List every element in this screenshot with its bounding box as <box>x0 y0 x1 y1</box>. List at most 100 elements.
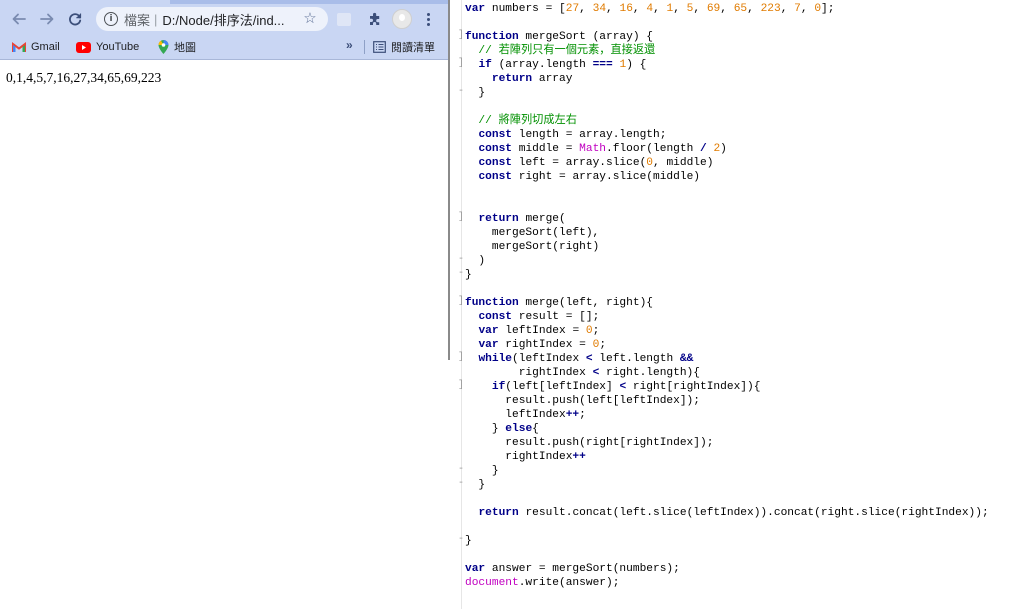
extensions-puzzle-icon[interactable] <box>365 9 385 29</box>
code-line[interactable]: document.write(answer); <box>465 576 989 590</box>
address-url: D:/Node/排序法/ind... <box>162 12 285 28</box>
bookmark-gmail[interactable]: Gmail <box>12 39 60 55</box>
code-token: / <box>700 143 707 155</box>
code-line[interactable] <box>465 198 989 212</box>
code-line[interactable]: return result.concat(left.slice(leftInde… <box>465 506 988 520</box>
fold-marker[interactable]: - <box>458 86 464 97</box>
fold-marker[interactable]: ] <box>458 352 464 363</box>
code-line[interactable] <box>465 492 989 506</box>
code-line[interactable]: mergeSort(right) <box>465 240 989 254</box>
address-bar[interactable]: i 檔案 | D:/Node/排序法/ind... <box>96 7 328 31</box>
code-token: result.push(right[rightIndex]); <box>465 437 714 449</box>
code-line[interactable] <box>465 520 989 534</box>
code-token: ) <box>465 255 486 267</box>
fold-marker[interactable]: - <box>458 268 464 279</box>
code-token: // 將陣列切成左右 <box>465 115 577 127</box>
code-token: 16 <box>619 3 633 15</box>
code-line[interactable]: rightIndex++ <box>465 450 989 464</box>
code-line[interactable]: } <box>465 86 989 100</box>
code-line[interactable]: // 若陣列只有一個元素，直接返還 <box>465 44 989 58</box>
code-line[interactable]: const length = array.length; <box>465 128 989 142</box>
code-line[interactable]: ) <box>465 254 989 268</box>
code-token: ++ <box>565 409 580 421</box>
code-line[interactable]: if(left[leftIndex] < right[rightIndex]){ <box>465 380 989 394</box>
back-button[interactable] <box>8 8 30 30</box>
bookmark-maps[interactable]: 地圖 <box>158 39 196 55</box>
code-token: left.length <box>592 353 680 365</box>
code-line[interactable]: var numbers = [27, 34, 16, 4, 1, 5, 69, … <box>465 2 989 16</box>
code-line[interactable]: const right = array.slice(middle) <box>465 170 989 184</box>
code-token: , <box>747 3 761 15</box>
code-line[interactable]: if (array.length === 1) { <box>465 58 989 72</box>
code-token: < <box>585 353 593 365</box>
reload-button[interactable] <box>64 8 86 30</box>
browser-menu-icon[interactable] <box>420 9 436 29</box>
bookmarks-overflow-chevron[interactable]: » <box>346 38 353 52</box>
code-line[interactable]: } <box>465 534 989 548</box>
code-line[interactable]: leftIndex++; <box>465 408 989 422</box>
code-line[interactable]: var rightIndex = 0; <box>465 338 989 352</box>
bookmark-star-icon[interactable]: ☆ <box>300 8 320 28</box>
code-line[interactable]: var answer = mergeSort(numbers); <box>465 562 989 576</box>
code-line[interactable]: function mergeSort (array) { <box>465 30 989 44</box>
code-token: right.length){ <box>599 367 700 379</box>
maps-pin-icon <box>158 40 169 54</box>
code-line[interactable]: const left = array.slice(0, middle) <box>465 156 989 170</box>
fold-marker[interactable]: - <box>458 534 464 545</box>
code-token: rightIndex = <box>498 339 593 351</box>
code-line[interactable]: var leftIndex = 0; <box>465 324 989 338</box>
fold-marker[interactable]: - <box>458 478 464 489</box>
code-line[interactable]: } else{ <box>465 422 989 436</box>
code-line[interactable] <box>465 548 989 562</box>
code-line[interactable]: function merge(left, right){ <box>465 296 989 310</box>
code-token: var <box>478 339 499 351</box>
reading-list-button[interactable]: 閱讀清單 <box>373 39 435 55</box>
code-line[interactable]: } <box>465 478 989 492</box>
code-token: , <box>673 3 687 15</box>
fold-marker[interactable]: ] <box>458 212 464 223</box>
code-token: , <box>632 3 647 15</box>
fold-marker[interactable]: ] <box>458 296 464 307</box>
fold-marker[interactable]: ] <box>458 58 464 69</box>
code-line[interactable]: mergeSort(left), <box>465 226 989 240</box>
profile-avatar[interactable] <box>392 9 412 29</box>
code-token: right[rightIndex]){ <box>626 381 761 393</box>
code-line[interactable] <box>465 282 989 296</box>
forward-button[interactable] <box>36 8 58 30</box>
code-line[interactable]: const middle = Math.floor(length / 2) <box>465 142 989 156</box>
code-line[interactable]: rightIndex < right.length){ <box>465 366 989 380</box>
code-token: const <box>478 171 513 183</box>
code-line[interactable] <box>465 16 989 30</box>
fold-marker[interactable]: - <box>458 464 464 475</box>
code-line[interactable]: while(leftIndex < left.length && <box>465 352 989 366</box>
code-line[interactable]: // 將陣列切成左右 <box>465 114 989 128</box>
code-line[interactable]: const result = []; <box>465 310 989 324</box>
code-line[interactable]: return merge( <box>465 212 989 226</box>
fold-marker[interactable]: - <box>458 254 464 265</box>
code-area[interactable]: var numbers = [27, 34, 16, 4, 1, 5, 69, … <box>465 2 989 590</box>
fold-marker[interactable]: ] <box>458 30 464 41</box>
code-line[interactable]: result.push(left[leftIndex]); <box>465 394 989 408</box>
info-icon[interactable]: i <box>104 12 118 26</box>
extension-icon[interactable] <box>337 13 351 26</box>
code-line[interactable]: } <box>465 464 989 478</box>
code-token: rightIndex <box>465 367 593 379</box>
code-token: , middle) <box>653 157 714 169</box>
code-token: 223 <box>760 3 781 15</box>
code-line[interactable]: return array <box>465 72 989 86</box>
code-line[interactable]: result.push(right[rightIndex]); <box>465 436 989 450</box>
code-token: result.push(left[leftIndex]); <box>465 395 700 407</box>
code-line[interactable]: } <box>465 268 989 282</box>
bookmark-label: Gmail <box>31 41 60 53</box>
bookmark-youtube[interactable]: YouTube <box>76 39 139 55</box>
code-line[interactable] <box>465 184 989 198</box>
code-token: left = array.slice( <box>512 157 647 169</box>
code-line[interactable] <box>465 100 989 114</box>
fold-marker[interactable]: ] <box>458 380 464 391</box>
code-token: leftIndex = <box>498 325 586 337</box>
code-token: && <box>679 353 694 365</box>
